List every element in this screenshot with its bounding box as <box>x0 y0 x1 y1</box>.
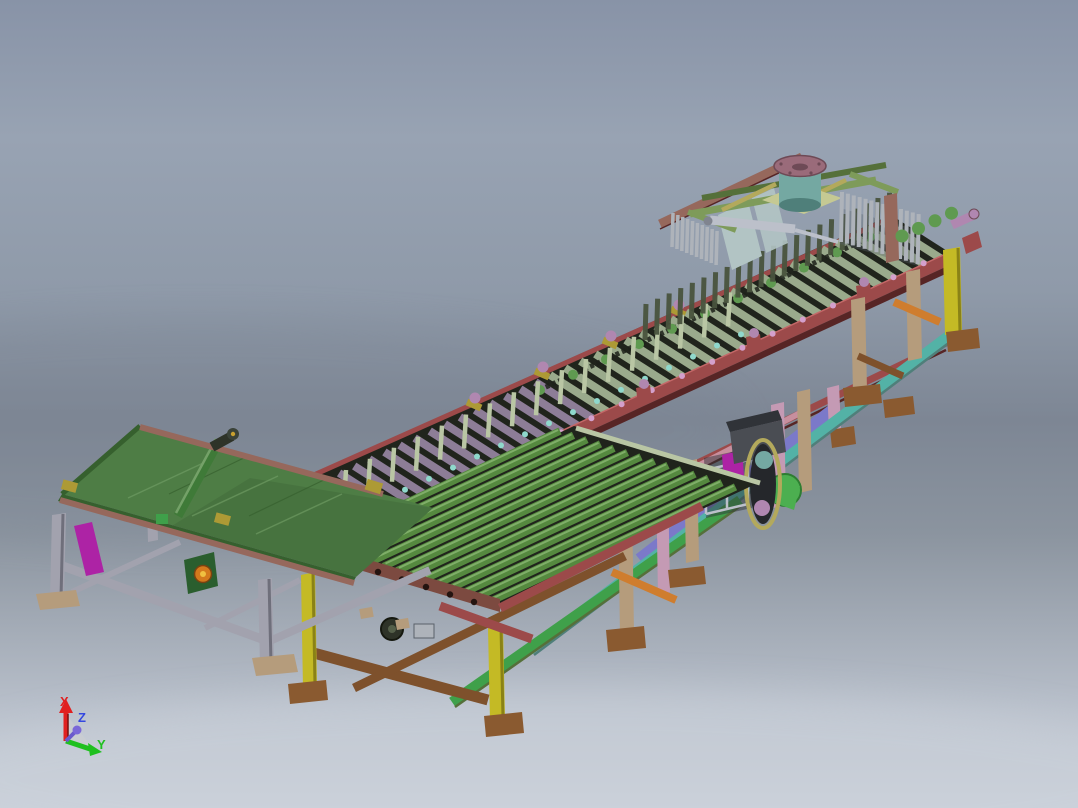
leg-tan-3 <box>797 389 812 493</box>
leg-tan-4 <box>851 297 867 393</box>
flange-bolt <box>817 162 821 166</box>
end-leg-foot <box>946 328 980 352</box>
leg-shade-left <box>59 513 65 599</box>
flange-bolt <box>788 171 792 175</box>
corner-post <box>884 193 899 263</box>
axis-y-label: Y <box>97 737 106 752</box>
axis-z-label: Z <box>78 710 86 725</box>
exit-roller-cap <box>968 208 980 220</box>
flange-bolt <box>809 171 813 175</box>
end-leg-edge <box>956 247 962 333</box>
green-block <box>156 514 168 524</box>
model-scene: X Y Z <box>0 0 1078 808</box>
motor-pulley-hub <box>200 571 206 577</box>
leg-edge-1 <box>311 573 317 687</box>
lower-pulley <box>754 500 770 516</box>
flange-bolt <box>779 162 783 166</box>
junction-box <box>413 623 435 639</box>
sprocket-hub <box>388 625 396 633</box>
table-foot-1 <box>288 680 328 704</box>
leg-edge-2 <box>499 626 505 719</box>
lift-cylinder-base <box>779 198 821 212</box>
tension-hub <box>230 431 236 437</box>
leg-foot-2 <box>606 626 646 652</box>
axis-x-label: X <box>60 694 69 709</box>
leg-shade-right <box>267 578 273 665</box>
cad-viewport[interactable]: X Y Z <box>0 0 1078 808</box>
flange-bore <box>792 163 808 171</box>
cylinder-clevis <box>703 216 713 226</box>
table-foot-2 <box>484 712 524 737</box>
leg-foot-3 <box>843 384 882 407</box>
axis-z-knob[interactable] <box>72 725 82 735</box>
upper-pulley <box>755 451 773 469</box>
